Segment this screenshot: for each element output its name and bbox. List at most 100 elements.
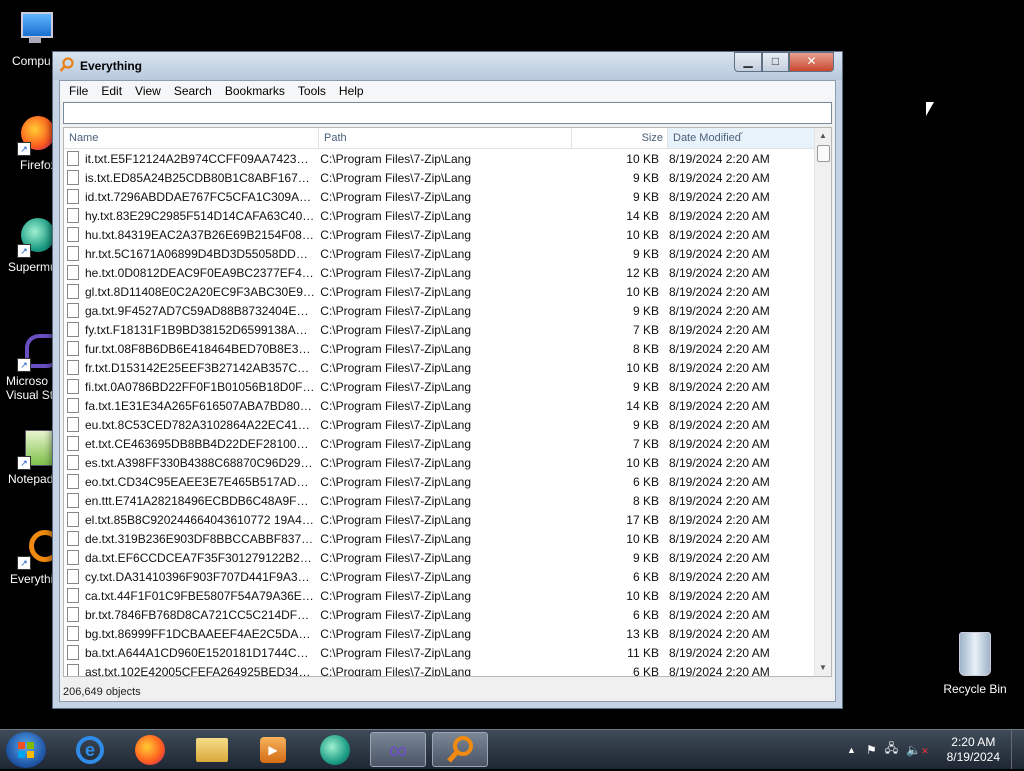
cell-date-modified: 8/19/2024 2:20 AM	[668, 436, 770, 451]
sort-indicator-icon: ⌄	[738, 127, 745, 136]
menu-search[interactable]: Search	[169, 84, 220, 98]
table-row[interactable]: da.txt.EF6CCDCEA7F35F301279122B27BF4... C…	[64, 548, 815, 567]
table-row[interactable]: cy.txt.DA31410396F903F707D441F9A325BB...…	[64, 567, 815, 586]
cell-date-modified: 8/19/2024 2:20 AM	[668, 341, 770, 356]
column-header-name[interactable]: Name	[64, 128, 319, 148]
text-file-icon	[67, 550, 79, 565]
close-button[interactable]: ✕	[789, 52, 834, 72]
table-row[interactable]: ca.txt.44F1F01C9FBE5807F54A79A36EA055...…	[64, 586, 815, 605]
file-name: en.ttt.E741A28218496ECBDB6C48A9FD80F...	[85, 493, 315, 508]
cell-path: C:\Program Files\7-Zip\Lang	[320, 284, 472, 299]
file-name: da.txt.EF6CCDCEA7F35F301279122B27BF4...	[85, 550, 315, 565]
scroll-down-icon[interactable]: ▼	[815, 660, 831, 676]
table-row[interactable]: el.txt.85B8C920244664043610772 19A4143A.…	[64, 510, 815, 529]
menu-tools[interactable]: Tools	[293, 84, 334, 98]
taskbar-firefox[interactable]	[122, 732, 178, 767]
table-row[interactable]: fur.txt.08F8B6DB6E418464BED70B8E3AA27...…	[64, 339, 815, 358]
taskbar-media-player[interactable]: ▶	[245, 732, 301, 767]
cell-path: C:\Program Files\7-Zip\Lang	[320, 645, 472, 660]
column-header-size[interactable]: Size	[572, 128, 668, 148]
menu-file[interactable]: File	[64, 84, 96, 98]
cell-path: C:\Program Files\7-Zip\Lang	[320, 151, 472, 166]
menu-view[interactable]: View	[130, 84, 169, 98]
text-file-icon	[67, 265, 79, 280]
cell-name: is.txt.ED85A24B25CDB80B1C8ABF16780A6...	[64, 170, 317, 185]
table-row[interactable]: fr.txt.D153142E25EEF3B27142AB357CBEDE...…	[64, 358, 815, 377]
table-row[interactable]: hu.txt.84319EAC2A37B26E69B2154F0810FF...…	[64, 225, 815, 244]
table-row[interactable]: et.txt.CE463695DB8BB4D22DEF281008ED32...…	[64, 434, 815, 453]
table-row[interactable]: id.txt.7296ABDDAE767FC5CFA1C309A36C... C:…	[64, 187, 815, 206]
show-hidden-icons-icon[interactable]: ▲	[847, 745, 856, 755]
results-rows: it.txt.E5F12124A2B974CCFF09AA7423E0E68..…	[64, 149, 815, 676]
menu-bar: File Edit View Search Bookmarks Tools He…	[60, 81, 835, 101]
action-center-flag-icon[interactable]: ⚑	[866, 743, 877, 757]
notepad-icon: ↗	[15, 428, 55, 470]
vertical-scrollbar[interactable]: ▲ ▼	[814, 128, 831, 676]
table-row[interactable]: ba.txt.A644A1CD960E1520181D1744C641A... C…	[64, 643, 815, 662]
taskbar-everything[interactable]	[432, 732, 488, 767]
text-file-icon	[67, 227, 79, 242]
maximize-button[interactable]: □	[762, 52, 789, 72]
desktop-icon-recycle-bin[interactable]: Recycle Bin	[939, 632, 1011, 696]
table-row[interactable]: hy.txt.83E29C2985F514D14CAFA63C40231... C…	[64, 206, 815, 225]
table-row[interactable]: it.txt.E5F12124A2B974CCFF09AA7423E0E68..…	[64, 149, 815, 168]
cell-path: C:\Program Files\7-Zip\Lang	[320, 550, 472, 565]
table-row[interactable]: hr.txt.5C1671A06899D4BD3D55058DDC74F... C…	[64, 244, 815, 263]
cell-size: 6 KB	[632, 569, 659, 584]
cell-path: C:\Program Files\7-Zip\Lang	[320, 531, 472, 546]
table-row[interactable]: ga.txt.9F4527AD7C59AD88B8732404E07E1... C…	[64, 301, 815, 320]
cell-path: C:\Program Files\7-Zip\Lang	[320, 265, 472, 280]
show-desktop-button[interactable]	[1011, 730, 1024, 769]
column-header-path[interactable]: Path	[319, 128, 572, 148]
start-button[interactable]	[6, 732, 46, 768]
scroll-up-icon[interactable]: ▲	[815, 128, 831, 144]
table-row[interactable]: eo.txt.CD34C95EAEE3E7E465B517AD5AA67... C…	[64, 472, 815, 491]
file-name: hu.txt.84319EAC2A37B26E69B2154F0810FF...	[85, 227, 315, 242]
taskbar-file-explorer[interactable]	[184, 732, 240, 767]
scrollbar-thumb[interactable]	[817, 145, 830, 162]
cell-size: 7 KB	[632, 322, 659, 337]
volume-muted-icon[interactable]: 🔈✕	[906, 743, 929, 757]
taskbar-visual-studio[interactable]: ∞	[370, 732, 426, 767]
clock[interactable]: 2:20 AM 8/19/2024	[947, 735, 1000, 765]
table-row[interactable]: en.ttt.E741A28218496ECBDB6C48A9FD80F... C…	[64, 491, 815, 510]
table-row[interactable]: de.txt.319B236E903DF8BBCCABBF8375A5C... C…	[64, 529, 815, 548]
text-file-icon	[67, 531, 79, 546]
menu-bookmarks[interactable]: Bookmarks	[220, 84, 293, 98]
cell-name: ga.txt.9F4527AD7C59AD88B8732404E07E1...	[64, 303, 317, 318]
cell-date-modified: 8/19/2024 2:20 AM	[668, 322, 770, 337]
text-file-icon	[67, 246, 79, 261]
menu-help[interactable]: Help	[334, 84, 372, 98]
table-row[interactable]: fi.txt.0A0786BD22FF0F1B01056B18D0F6FD7..…	[64, 377, 815, 396]
table-row[interactable]: he.txt.0D0812DEAC9F0EA9BC2377EF40F62... C…	[64, 263, 815, 282]
table-row[interactable]: fa.txt.1E31E34A265F616507ABA7BD807C42...…	[64, 396, 815, 415]
cell-path: C:\Program Files\7-Zip\Lang	[320, 303, 472, 318]
search-input[interactable]	[63, 102, 832, 124]
table-row[interactable]: gl.txt.8D11408E0C2A20EC9F3ABC30E91528...…	[64, 282, 815, 301]
table-row[interactable]: es.txt.A398FF330B4388C68870C96D298024...…	[64, 453, 815, 472]
menu-edit[interactable]: Edit	[96, 84, 130, 98]
title-bar[interactable]: Everything ▁ □ ✕	[53, 52, 842, 80]
minimize-button[interactable]: ▁	[734, 52, 762, 72]
table-row[interactable]: br.txt.7846FB768D8CA721CC5C214DFB3FC... C…	[64, 605, 815, 624]
taskbar-supermium[interactable]	[307, 732, 363, 767]
cell-size: 9 KB	[632, 189, 659, 204]
table-row[interactable]: eu.txt.8C53CED782A3102864A22EC416653... C…	[64, 415, 815, 434]
cell-name: fi.txt.0A0786BD22FF0F1B01056B18D0F6FD7..…	[64, 379, 317, 394]
table-row[interactable]: bg.txt.86999FF1DCBAAEEF4AE2C5DA09A9... C:…	[64, 624, 815, 643]
network-icon[interactable]: 🖧	[885, 739, 898, 760]
cell-name: cy.txt.DA31410396F903F707D441F9A325BB...	[64, 569, 317, 584]
cell-size: 7 KB	[632, 436, 659, 451]
column-header-date-modified[interactable]: Date Modified ⌄	[668, 128, 820, 148]
cell-size: 10 KB	[626, 455, 659, 470]
cell-path: C:\Program Files\7-Zip\Lang	[320, 512, 472, 527]
cell-name: en.ttt.E741A28218496ECBDB6C48A9FD80F...	[64, 493, 317, 508]
cell-size: 10 KB	[626, 227, 659, 242]
table-row[interactable]: ast.txt.102E42005CFEFA264925BED34983C1..…	[64, 662, 815, 676]
table-row[interactable]: is.txt.ED85A24B25CDB80B1C8ABF16780A6... C…	[64, 168, 815, 187]
column-header-row: Name Path Size Date Modified ⌄	[64, 128, 831, 149]
taskbar-internet-explorer[interactable]: e	[62, 732, 118, 767]
file-name: br.txt.7846FB768D8CA721CC5C214DFB3FC...	[85, 607, 315, 622]
table-row[interactable]: fy.txt.F18131F1B9BD38152D6599138AD367...…	[64, 320, 815, 339]
cell-name: br.txt.7846FB768D8CA721CC5C214DFB3FC...	[64, 607, 317, 622]
